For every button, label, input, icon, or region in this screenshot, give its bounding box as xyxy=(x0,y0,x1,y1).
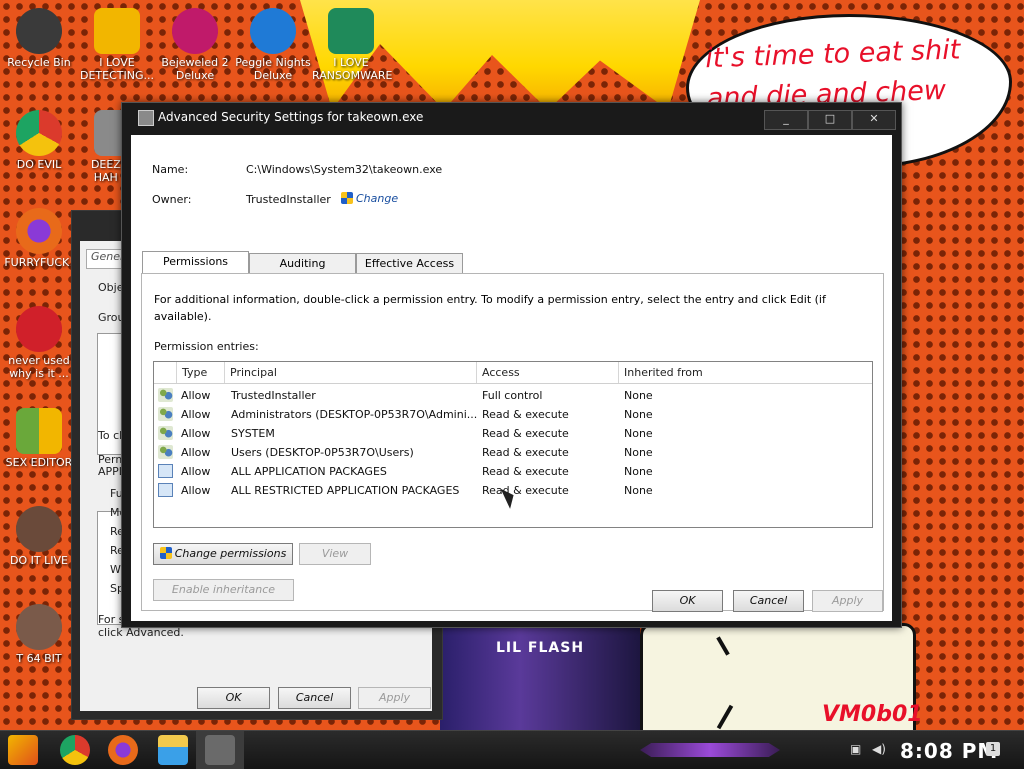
taskbar: ▣ ◀) 8:08 PM 1 xyxy=(0,730,1024,769)
dialog-client: Name: C:\Windows\System32\takeown.exe Ow… xyxy=(131,135,892,621)
ok-button[interactable]: OK xyxy=(652,590,723,612)
publisher-icon xyxy=(328,8,374,54)
lock-icon[interactable] xyxy=(205,735,235,765)
desktop-icon-recycle-bin[interactable]: Recycle Bin xyxy=(0,8,78,69)
close-button[interactable]: ✕ xyxy=(852,110,896,130)
user-group-icon xyxy=(158,407,173,421)
firefox-icon[interactable] xyxy=(108,735,138,765)
notification-icon[interactable]: 1 xyxy=(986,742,1000,756)
table-row[interactable]: Allow TrustedInstaller Full control None xyxy=(154,386,872,405)
tab-effective-access[interactable]: Effective Access xyxy=(356,253,463,274)
chrome-icon xyxy=(16,110,62,156)
desktop-icon-detect-it-easy[interactable]: I LOVE DETECTING... xyxy=(78,8,156,82)
chrome-icon[interactable] xyxy=(60,735,90,765)
bejeweled-icon xyxy=(172,8,218,54)
list-header: Type Principal Access Inherited from xyxy=(154,362,872,384)
cancel-button[interactable]: Cancel xyxy=(733,590,804,612)
recycle-bin-icon xyxy=(16,8,62,54)
file-explorer-icon[interactable] xyxy=(158,735,188,765)
user-group-icon xyxy=(158,445,173,459)
object-label: Obje xyxy=(98,281,124,294)
detect-it-easy-icon xyxy=(94,8,140,54)
back-ok-button[interactable]: OK xyxy=(197,687,270,709)
desktop-icon-do-it-live[interactable]: DO IT LIVE xyxy=(0,506,78,567)
watermark: VM0b01 xyxy=(822,702,923,727)
owner-value: TrustedInstaller xyxy=(246,193,331,206)
uac-shield-icon xyxy=(341,192,353,204)
permissions-panel: For additional information, double-click… xyxy=(141,273,884,611)
peggle-icon xyxy=(250,8,296,54)
desktop-icon-bejeweled[interactable]: Bejeweled 2 Deluxe xyxy=(156,8,234,82)
app-icon xyxy=(138,110,154,126)
portrait-icon xyxy=(16,604,62,650)
devcpp-icon xyxy=(16,306,62,352)
volume-icon[interactable]: ◀) xyxy=(872,742,886,756)
desktop-icon-64bit[interactable]: T 64 BIT xyxy=(0,604,78,665)
table-row[interactable]: Allow ALL APPLICATION PACKAGES Read & ex… xyxy=(154,462,872,481)
clock[interactable]: 8:08 PM xyxy=(900,739,998,763)
desktop-icon-firefox[interactable]: FURRYFUCK! xyxy=(0,208,78,269)
minimize-button[interactable]: _ xyxy=(764,110,808,130)
dialog-title: Advanced Security Settings for takeown.e… xyxy=(158,110,424,124)
back-apply-button[interactable]: Apply xyxy=(358,687,431,709)
column-principal[interactable]: Principal xyxy=(230,366,277,379)
desktop-icon-hxd[interactable]: SEX EDITOR xyxy=(0,408,78,469)
name-value: C:\Windows\System32\takeown.exe xyxy=(246,163,443,176)
desktop-icon-chrome[interactable]: DO EVIL xyxy=(0,110,78,171)
user-group-icon xyxy=(158,426,173,440)
package-icon xyxy=(158,483,173,497)
name-label: Name: xyxy=(152,163,189,176)
album-text: LIL FLASH xyxy=(496,640,585,656)
desktop-icon-devcpp[interactable]: never used why is it ... xyxy=(0,306,78,380)
column-inherited[interactable]: Inherited from xyxy=(624,366,703,379)
view-button[interactable]: View xyxy=(299,543,371,565)
start-button-icon[interactable] xyxy=(8,735,38,765)
tab-permissions[interactable]: Permissions xyxy=(142,251,249,274)
table-row[interactable]: Allow Users (DESKTOP-0P53R7O\Users) Read… xyxy=(154,443,872,462)
back-cancel-button[interactable]: Cancel xyxy=(278,687,351,709)
table-row[interactable]: Allow SYSTEM Read & execute None xyxy=(154,424,872,443)
tab-auditing[interactable]: Auditing xyxy=(249,253,356,274)
package-icon xyxy=(158,464,173,478)
entries-label: Permission entries: xyxy=(154,340,259,353)
column-access[interactable]: Access xyxy=(482,366,520,379)
apply-button[interactable]: Apply xyxy=(812,590,883,612)
uac-shield-icon xyxy=(159,547,172,559)
enable-inheritance-button[interactable]: Enable inheritance xyxy=(153,579,294,601)
desktop-icon-ransomware[interactable]: I LOVE RANSOMWARE xyxy=(312,8,392,82)
maximize-button[interactable]: □ xyxy=(808,110,852,130)
column-type[interactable]: Type xyxy=(182,366,207,379)
owner-label: Owner: xyxy=(152,193,192,206)
change-permissions-button[interactable]: Change permissions xyxy=(153,543,293,565)
taskbar-decoration xyxy=(640,743,780,757)
dialog-titlebar[interactable]: Advanced Security Settings for takeown.e… xyxy=(122,103,901,133)
user-group-icon xyxy=(158,388,173,402)
desktop-icon-peggle[interactable]: Peggle Nights Deluxe xyxy=(234,8,312,82)
change-owner-label: Change xyxy=(356,192,399,205)
portrait-icon xyxy=(16,506,62,552)
hxd-icon xyxy=(16,408,62,454)
info-text: For additional information, double-click… xyxy=(154,293,826,323)
table-row[interactable]: Allow Administrators (DESKTOP-0P53R7O\Ad… xyxy=(154,405,872,424)
network-icon[interactable]: ▣ xyxy=(850,742,864,756)
firefox-icon xyxy=(16,208,62,254)
change-owner-link[interactable]: Change xyxy=(341,192,398,205)
perm-write: W xyxy=(110,563,121,576)
advanced-security-dialog[interactable]: Advanced Security Settings for takeown.e… xyxy=(121,102,902,628)
